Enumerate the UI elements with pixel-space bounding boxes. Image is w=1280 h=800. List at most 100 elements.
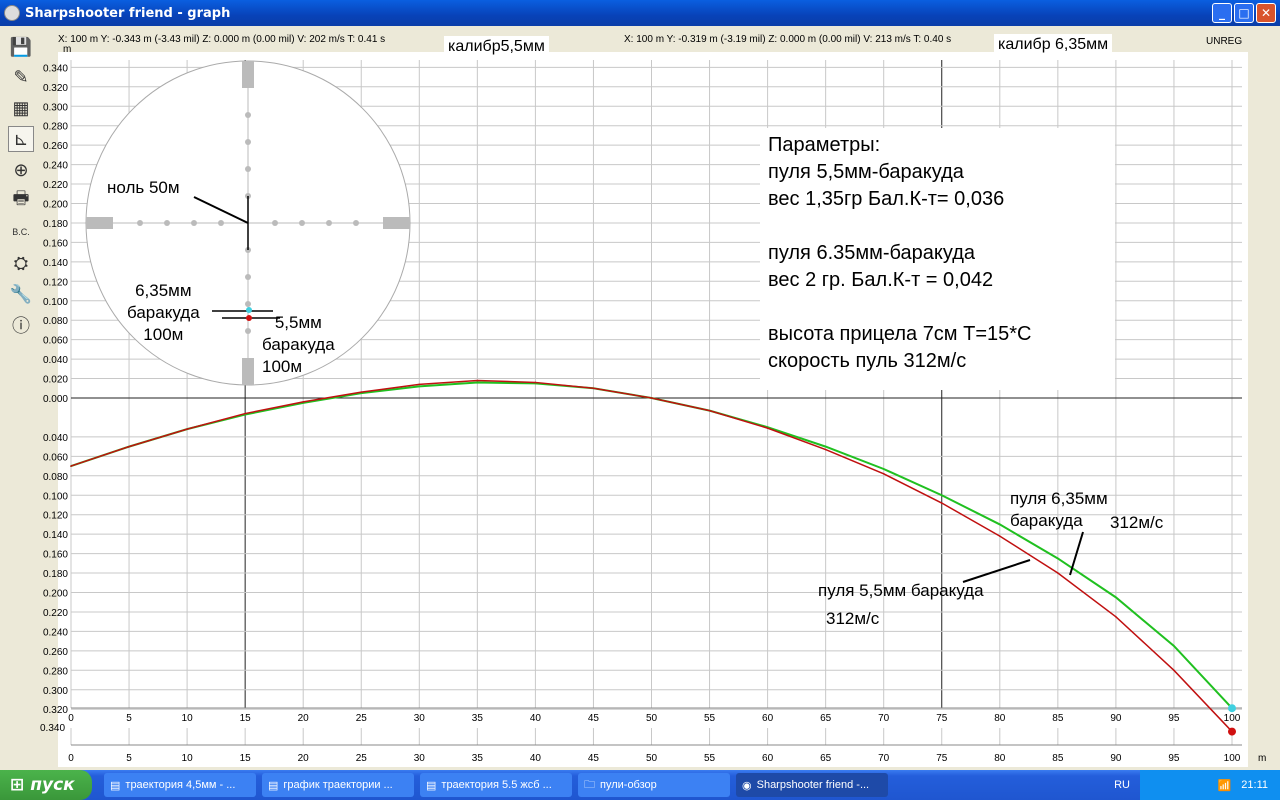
y-tick-label: 0.020 bbox=[43, 375, 68, 386]
params-line: пуля 6.35мм-баракуда bbox=[768, 242, 976, 264]
annotation-55: пуля 5,5мм баракуда 312м/с bbox=[818, 580, 984, 630]
trajectory-point bbox=[418, 385, 421, 388]
x-tick-label-lower: 30 bbox=[414, 753, 426, 764]
reticle-dot bbox=[245, 166, 251, 172]
trajectory-point bbox=[940, 502, 943, 504]
params-line: высота прицела 7см Т=15*С bbox=[768, 323, 1032, 345]
x-tick-label: 70 bbox=[878, 713, 890, 724]
task-label: Sharpshooter friend -... bbox=[756, 779, 870, 791]
params-line: вес 2 гр. Бал.К-т = 0,042 bbox=[768, 269, 994, 291]
taskbar-item[interactable]: ▤ траектория 5.5 жсб ... bbox=[420, 773, 572, 797]
y-tick-label: 0.040 bbox=[43, 355, 68, 366]
crosshair-icon[interactable]: ⊕ bbox=[8, 157, 34, 183]
wrench-icon[interactable]: 🔧 bbox=[8, 281, 34, 307]
trajectory-point bbox=[999, 535, 1001, 537]
y-tick-label: 0.000 bbox=[43, 394, 68, 405]
start-label: пуск bbox=[30, 775, 75, 795]
language-indicator[interactable]: RU bbox=[1114, 779, 1130, 791]
x-tick-label-lower: 40 bbox=[530, 753, 542, 764]
y-tick-label: 0.300 bbox=[43, 686, 68, 697]
scope-label-55: 5,5мм баракуда 100м bbox=[262, 312, 335, 378]
trajectory-point bbox=[708, 409, 711, 412]
x-tick-label: 35 bbox=[472, 713, 484, 724]
x-tick-label-lower: 85 bbox=[1052, 753, 1064, 764]
y-tick-label: 0.060 bbox=[43, 336, 68, 347]
x-tick-label-lower: 10 bbox=[182, 753, 194, 764]
x-axis-unit: m bbox=[1258, 753, 1266, 764]
reticle-dot bbox=[299, 220, 305, 226]
taskbar-item-active[interactable]: ◉ Sharpshooter friend -... bbox=[736, 773, 888, 797]
save-icon[interactable]: 💾 bbox=[8, 34, 34, 60]
params-line bbox=[768, 213, 1107, 240]
label-line: баракуда bbox=[127, 303, 200, 322]
trajectory-point bbox=[128, 445, 130, 448]
label-line: баракуда bbox=[262, 335, 335, 354]
x-tick-label: 5 bbox=[126, 713, 132, 724]
reticle-dot bbox=[272, 220, 278, 226]
info-icon[interactable]: ⓘ bbox=[8, 312, 34, 338]
x-tick-label-lower: 0 bbox=[68, 753, 74, 764]
trajectory-end-marker bbox=[1228, 727, 1236, 736]
x-tick-label: 60 bbox=[762, 713, 774, 724]
pencil-icon[interactable]: ✎ bbox=[8, 64, 34, 90]
reticle-dot bbox=[245, 139, 251, 145]
x-tick-label: 0 bbox=[68, 713, 74, 724]
document-icon: ▤ bbox=[268, 779, 279, 792]
x-tick-label-lower: 75 bbox=[936, 753, 948, 764]
reticle-dot bbox=[245, 328, 251, 334]
taskbar-item[interactable]: ▤ график траектории ... bbox=[262, 773, 414, 797]
trajectory-point bbox=[592, 387, 595, 390]
reticle-post bbox=[86, 217, 113, 229]
params-line: пуля 5,5мм-баракуда bbox=[768, 161, 964, 183]
document-icon: ▤ bbox=[426, 779, 437, 792]
document-icon: ▤ bbox=[110, 779, 121, 792]
y-tick-label: 0.240 bbox=[43, 627, 68, 638]
folder-icon: 🗀 bbox=[584, 778, 595, 791]
y-tick-label: 0.200 bbox=[43, 589, 68, 600]
reticle-post bbox=[242, 61, 254, 88]
trajectory-point bbox=[1115, 616, 1117, 618]
x-tick-label-lower: 25 bbox=[356, 753, 368, 764]
binoculars-icon[interactable]: ⛭ bbox=[8, 250, 34, 276]
x-tick-label: 100 bbox=[1224, 713, 1241, 724]
x-tick-label-lower: 45 bbox=[588, 753, 600, 764]
x-tick-label: 30 bbox=[414, 713, 426, 724]
label-line: 312м/с bbox=[826, 609, 880, 628]
start-button[interactable]: ⊞ пуск bbox=[0, 770, 92, 800]
bc-icon[interactable]: B.C. bbox=[8, 219, 34, 245]
trajectory-point bbox=[882, 473, 885, 475]
system-tray: 📶 21:11 bbox=[1140, 770, 1280, 800]
x-tick-label: 50 bbox=[646, 713, 658, 724]
network-icon[interactable]: 📶 bbox=[1218, 779, 1232, 792]
graph-icon[interactable]: ⊾ bbox=[8, 126, 34, 152]
annotation-635: пуля 6,35мм баракуда 312м/с bbox=[1010, 488, 1163, 534]
trajectory-point bbox=[1057, 572, 1059, 574]
taskbar-item[interactable]: 🗀 пули-обзор bbox=[578, 773, 730, 797]
params-line: вес 1,35гр Бал.К-т= 0,036 bbox=[768, 188, 1005, 210]
printer-icon[interactable]: 🖶 bbox=[8, 188, 34, 214]
label-line: 5,5мм bbox=[274, 313, 322, 332]
y-tick-label: 0.080 bbox=[43, 472, 68, 483]
trajectory-point bbox=[766, 427, 769, 429]
left-toolbar: 💾 ✎ ▦ ⊾ ⊕ 🖶 B.C. ⛭ 🔧 ⓘ bbox=[0, 30, 40, 350]
label-line: пуля 5,5мм баракуда bbox=[818, 581, 984, 600]
taskbar-item[interactable]: ▤ траектория 4,5мм - ... bbox=[104, 773, 256, 797]
trajectory-point bbox=[244, 412, 246, 415]
reticle-dot bbox=[218, 220, 224, 226]
impact-dot-55 bbox=[246, 315, 252, 321]
x-tick-label: 75 bbox=[936, 713, 948, 724]
trajectory-point bbox=[882, 468, 885, 470]
grid-icon[interactable]: ▦ bbox=[8, 95, 34, 121]
params-line: Параметры: bbox=[768, 134, 881, 156]
trajectory-point bbox=[476, 379, 479, 382]
y-tick-label: 0.100 bbox=[43, 491, 68, 502]
reticle-dot bbox=[245, 301, 251, 307]
y-tick-label: 0.160 bbox=[43, 238, 68, 249]
x-tick-label-lower: 55 bbox=[704, 753, 716, 764]
x-tick-label-lower: 95 bbox=[1168, 753, 1180, 764]
y-tick-label: 0.140 bbox=[43, 530, 68, 541]
y-axis-unit: m bbox=[63, 44, 71, 55]
trajectory-point bbox=[302, 401, 305, 403]
y-tick-label: 0.260 bbox=[43, 647, 68, 658]
label-line: 100м bbox=[262, 357, 303, 376]
